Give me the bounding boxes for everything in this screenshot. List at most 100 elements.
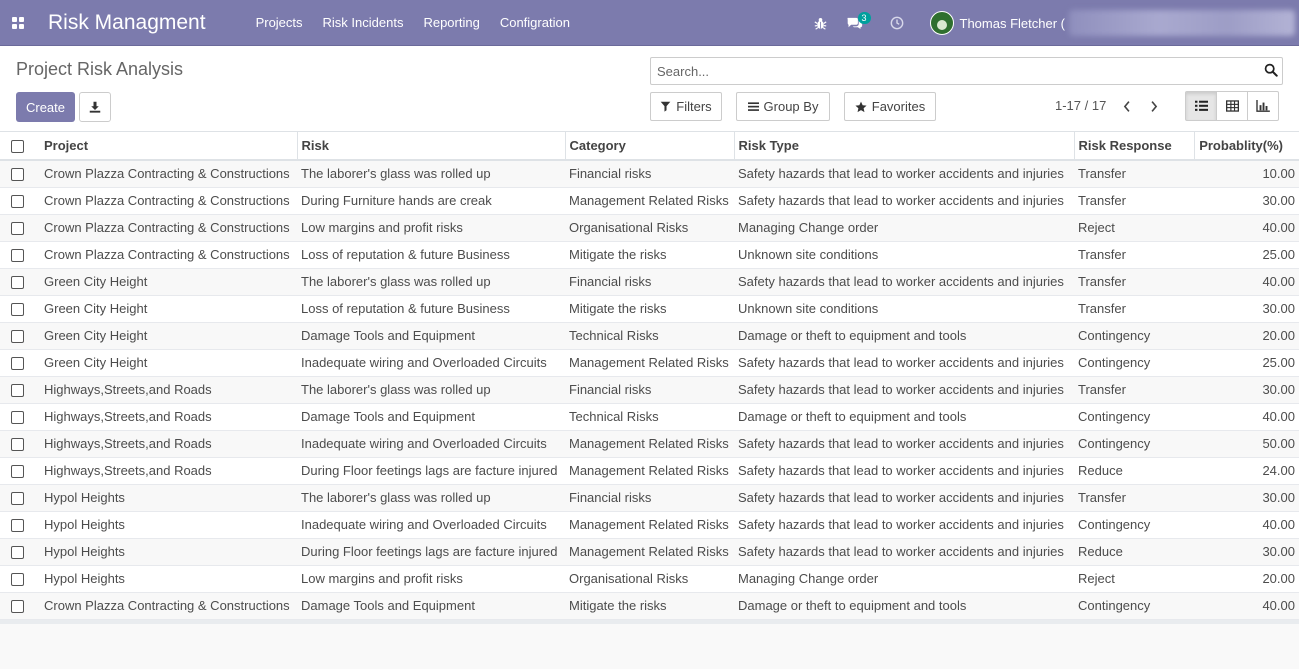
app-grid-icon[interactable] — [0, 0, 36, 46]
row-checkbox[interactable] — [0, 484, 40, 512]
column-header-risk[interactable]: Risk — [297, 132, 566, 161]
filter-icon — [660, 101, 671, 112]
table-row[interactable]: Crown Plazza Contracting & Constructions… — [0, 592, 1299, 620]
cell-probability: 30.00 — [1194, 376, 1299, 404]
cell-risk: Loss of reputation & future Business — [297, 241, 565, 269]
table-row[interactable]: Crown Plazza Contracting & Constructions… — [0, 214, 1299, 242]
row-checkbox[interactable] — [0, 592, 40, 620]
cell-project: Green City Height — [40, 322, 297, 350]
table-row[interactable]: Crown Plazza Contracting & Constructions… — [0, 241, 1299, 269]
cell-project: Highways,Streets,and Roads — [40, 376, 297, 404]
row-checkbox[interactable] — [0, 322, 40, 350]
select-all-checkbox[interactable] — [0, 132, 40, 161]
cell-risk-type: Unknown site conditions — [734, 295, 1074, 323]
row-checkbox[interactable] — [0, 187, 40, 215]
table-row[interactable]: Green City Height Loss of reputation & fu… — [0, 295, 1299, 323]
menu-item-projects[interactable]: Projects — [246, 0, 313, 46]
row-checkbox[interactable] — [0, 511, 40, 539]
main-menu: Projects Risk Incidents Reporting Config… — [246, 0, 580, 46]
table-row[interactable]: Hypol Heights During Floor feetings lags … — [0, 538, 1299, 566]
table-row[interactable]: Green City Height Damage Tools and Equipm… — [0, 322, 1299, 350]
cell-project: Green City Height — [40, 268, 297, 296]
row-checkbox[interactable] — [0, 160, 40, 188]
table-row[interactable]: Hypol Heights Inadequate wiring and Overl… — [0, 511, 1299, 539]
column-header-probability[interactable]: Probablity(%) — [1194, 132, 1299, 161]
cell-project: Highways,Streets,and Roads — [40, 457, 297, 485]
list-view-button[interactable] — [1185, 91, 1217, 121]
cell-risk-type: Managing Change order — [734, 214, 1074, 242]
row-checkbox[interactable] — [0, 214, 40, 242]
table-row[interactable]: Crown Plazza Contracting & Constructions… — [0, 187, 1299, 215]
cell-project: Crown Plazza Contracting & Constructions — [40, 241, 297, 269]
pivot-view-button[interactable] — [1216, 91, 1248, 121]
row-checkbox[interactable] — [0, 349, 40, 377]
search-input[interactable] — [651, 58, 1251, 84]
table-row[interactable]: Highways,Streets,and Roads The laborer's … — [0, 376, 1299, 404]
pager-value[interactable]: 1-17 / 17 — [1055, 98, 1106, 113]
pager-previous-icon[interactable] — [1117, 97, 1135, 115]
cell-risk-response: Reduce — [1074, 538, 1194, 566]
menu-item-reporting[interactable]: Reporting — [413, 0, 489, 46]
cell-project: Highways,Streets,and Roads — [40, 403, 297, 431]
messages-icon[interactable]: 3 — [838, 0, 872, 46]
cell-risk-type: Damage or theft to equipment and tools — [734, 403, 1074, 431]
cell-risk-response: Transfer — [1074, 268, 1194, 296]
user-name: Thomas Fletcher ( — [959, 15, 1065, 31]
row-checkbox[interactable] — [0, 430, 40, 458]
column-header-category[interactable]: Category — [565, 132, 735, 161]
cell-probability: 40.00 — [1194, 403, 1299, 431]
cell-risk-type: Safety hazards that lead to worker accid… — [734, 484, 1074, 512]
menu-item-risk-incidents[interactable]: Risk Incidents — [313, 0, 414, 46]
cell-probability: 10.00 — [1194, 160, 1299, 188]
cell-risk: Inadequate wiring and Overloaded Circuit… — [297, 349, 565, 377]
row-checkbox[interactable] — [0, 376, 40, 404]
cell-project: Hypol Heights — [40, 484, 297, 512]
download-icon — [89, 101, 101, 113]
cell-risk: Inadequate wiring and Overloaded Circuit… — [297, 511, 565, 539]
table-row[interactable]: Highways,Streets,and Roads Damage Tools a… — [0, 403, 1299, 431]
bug-icon[interactable] — [804, 0, 838, 46]
row-checkbox[interactable] — [0, 565, 40, 593]
row-checkbox[interactable] — [0, 538, 40, 566]
app-brand[interactable]: Risk Managment — [48, 11, 206, 35]
favorites-button[interactable]: Favorites — [844, 92, 936, 121]
group-by-button[interactable]: Group By — [736, 92, 830, 121]
table-row[interactable]: Hypol Heights The laborer's glass was rol… — [0, 484, 1299, 512]
cell-risk: Inadequate wiring and Overloaded Circuit… — [297, 430, 565, 458]
cell-probability: 40.00 — [1194, 592, 1299, 620]
table-row[interactable]: Highways,Streets,and Roads During Floor f… — [0, 457, 1299, 485]
row-checkbox[interactable] — [0, 268, 40, 296]
cell-risk-response: Contingency — [1074, 403, 1194, 431]
download-button[interactable] — [79, 92, 111, 122]
activity-clock-icon[interactable] — [880, 0, 914, 46]
cell-risk-response: Transfer — [1074, 484, 1194, 512]
cell-risk-response: Contingency — [1074, 322, 1194, 350]
user-menu[interactable]: Thomas Fletcher ( — [929, 0, 1299, 46]
create-button[interactable]: Create — [16, 92, 75, 122]
table-row[interactable]: Highways,Streets,and Roads Inadequate wir… — [0, 430, 1299, 458]
top-navbar: Risk Managment Projects Risk Incidents R… — [0, 0, 1299, 46]
row-checkbox[interactable] — [0, 403, 40, 431]
table-row[interactable]: Crown Plazza Contracting & Constructions… — [0, 160, 1299, 188]
cell-risk-type: Safety hazards that lead to worker accid… — [734, 457, 1074, 485]
cell-risk-response: Transfer — [1074, 187, 1194, 215]
row-checkbox[interactable] — [0, 457, 40, 485]
column-header-risk-type[interactable]: Risk Type — [734, 132, 1075, 161]
column-header-project[interactable]: Project — [40, 132, 298, 161]
pager-next-icon[interactable] — [1145, 97, 1163, 115]
table-row[interactable]: Green City Height Inadequate wiring and O… — [0, 349, 1299, 377]
cell-risk-type: Safety hazards that lead to worker accid… — [734, 538, 1074, 566]
cell-risk: During Furniture hands are creak — [297, 187, 565, 215]
menu-item-configration[interactable]: Configration — [490, 0, 580, 46]
graph-view-button[interactable] — [1247, 91, 1279, 121]
filters-button[interactable]: Filters — [650, 92, 722, 121]
search-icon[interactable] — [1264, 63, 1278, 80]
list-icon — [1194, 100, 1208, 111]
column-header-risk-response[interactable]: Risk Response — [1074, 132, 1195, 161]
table-row[interactable]: Hypol Heights Low margins and profit risk… — [0, 565, 1299, 593]
table-row[interactable]: Green City Height The laborer's glass was… — [0, 268, 1299, 296]
cell-category: Mitigate the risks — [565, 295, 734, 323]
row-checkbox[interactable] — [0, 241, 40, 269]
row-checkbox[interactable] — [0, 295, 40, 323]
cell-risk: During Floor feetings lags are facture i… — [297, 538, 565, 566]
